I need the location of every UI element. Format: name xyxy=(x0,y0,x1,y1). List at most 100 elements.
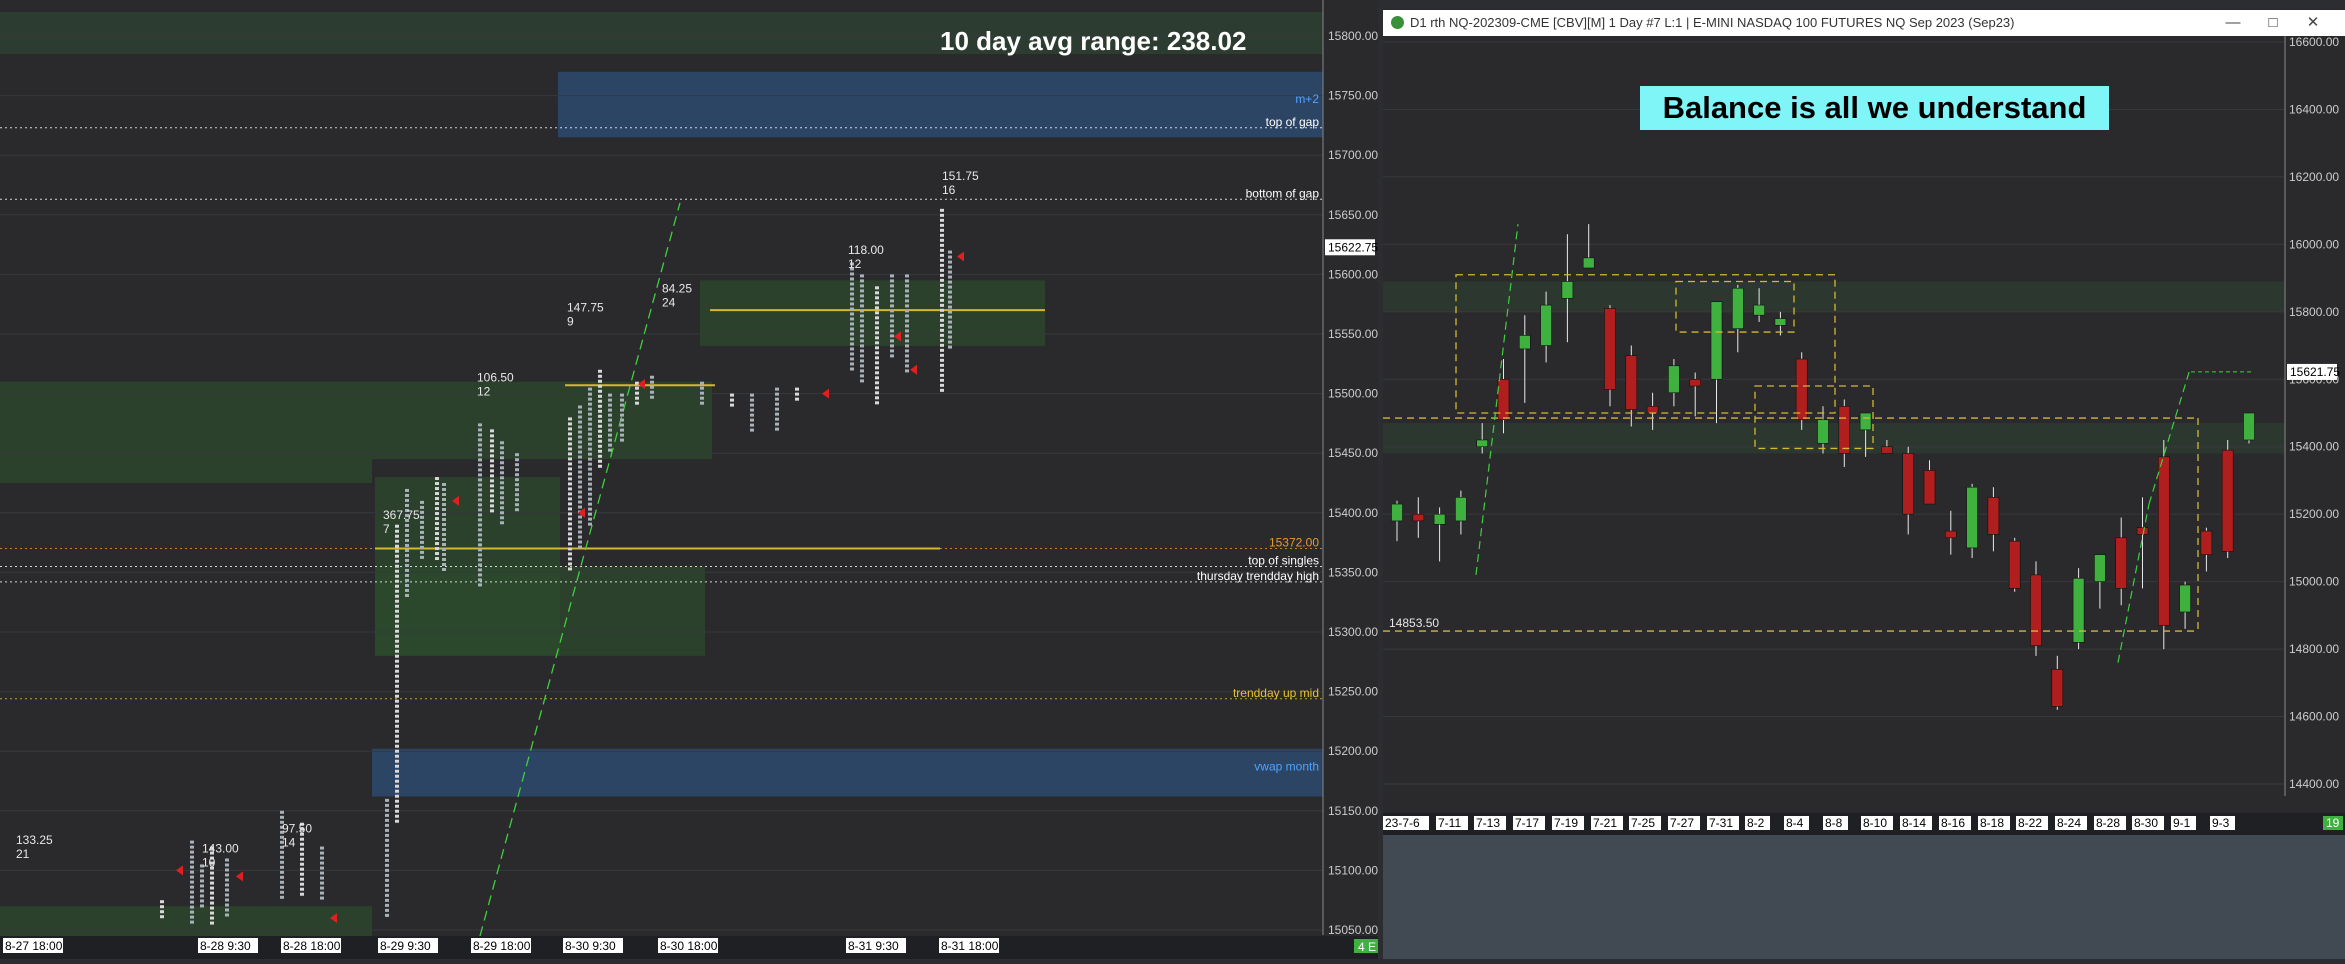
tpo-letter xyxy=(875,326,879,330)
minimize-button[interactable]: — xyxy=(2213,10,2253,36)
tpo-letter xyxy=(568,537,572,541)
tpo-letter xyxy=(420,505,424,509)
tpo-letter xyxy=(875,296,879,300)
tpo-letter xyxy=(948,320,952,324)
window-titlebar[interactable]: D1 rth NQ-202309-CME [CBV][M] 1 Day #7 L… xyxy=(1383,10,2345,36)
tpo-letter xyxy=(478,558,482,562)
tpo-letter xyxy=(948,330,952,334)
tpo-letter xyxy=(490,469,494,473)
price-tick-label: 15400.00 xyxy=(2289,440,2339,454)
price-tick-label: 15750.00 xyxy=(1328,89,1378,103)
tpo-letter xyxy=(578,430,582,434)
tpo-letter xyxy=(435,557,439,561)
desktop-area xyxy=(1383,835,2345,959)
tpo-letter xyxy=(395,744,399,748)
candle-body xyxy=(2008,540,2021,589)
tpo-letter xyxy=(775,427,779,431)
tpo-letter xyxy=(948,295,952,299)
tpo-letter xyxy=(395,644,399,648)
tpo-letter xyxy=(940,373,944,377)
tpo-letter xyxy=(578,525,582,529)
tpo-letter xyxy=(320,861,324,865)
tpo-letter xyxy=(515,483,519,487)
tpo-letter xyxy=(940,288,944,292)
date-tick-label: 8-28 xyxy=(2096,816,2120,830)
tpo-letter xyxy=(948,340,952,344)
tpo-letter xyxy=(905,289,909,293)
tpo-letter xyxy=(578,540,582,544)
value-area-zone xyxy=(0,381,372,483)
tpo-letter xyxy=(435,477,439,481)
tpo-letter xyxy=(948,310,952,314)
balance-annotation: Balance is all we understand xyxy=(1640,86,2109,130)
tpo-letter xyxy=(875,366,879,370)
price-tick-label: 15200.00 xyxy=(1328,744,1378,758)
tpo-letter xyxy=(608,448,612,452)
tpo-letter xyxy=(578,460,582,464)
tpo-letter xyxy=(280,880,284,884)
tpo-letter xyxy=(635,391,639,395)
tpo-letter xyxy=(478,543,482,547)
tpo-letter xyxy=(515,473,519,477)
tpo-letter xyxy=(420,510,424,514)
tpo-letter xyxy=(280,875,284,879)
tpo-letter xyxy=(890,314,894,318)
maximize-button[interactable]: □ xyxy=(2253,10,2293,36)
tpo-letter xyxy=(478,473,482,477)
tpo-letter xyxy=(515,463,519,467)
tpo-letter xyxy=(160,915,164,919)
candle-body xyxy=(2094,554,2106,582)
tpo-letter xyxy=(442,493,446,496)
tpo-letter xyxy=(588,427,592,431)
tpo-letter xyxy=(442,553,446,556)
tpo-letter xyxy=(598,389,602,393)
tpo-letter xyxy=(850,332,854,336)
tpo-letter xyxy=(395,784,399,788)
tpo-letter xyxy=(568,422,572,426)
candle-body xyxy=(1561,281,1574,299)
tpo-letter xyxy=(435,527,439,531)
tpo-chart[interactable]: m+2 top of gap bottom of gap 15372.00 top of… xyxy=(0,0,1378,959)
tpo-letter xyxy=(875,316,879,320)
tpo-letter xyxy=(405,538,409,542)
daily-chart-window[interactable]: D1 rth NQ-202309-CME [CBV][M] 1 Day #7 L… xyxy=(1383,10,2345,835)
tpo-letter xyxy=(588,467,592,471)
tpo-letter xyxy=(850,337,854,341)
tpo-letter xyxy=(190,840,194,844)
tpo-letter xyxy=(225,913,229,917)
tpo-letter xyxy=(478,448,482,452)
tpo-letter xyxy=(210,896,214,900)
tpo-letter xyxy=(420,520,424,524)
daily-candlestick-chart[interactable]: 14853.50 16600.00 16400.00 16200.00 16000.00… xyxy=(1383,36,2345,835)
tpo-letter xyxy=(385,868,389,872)
tpo-letter xyxy=(948,275,952,279)
tpo-letter xyxy=(598,424,602,428)
tpo-letter xyxy=(948,260,952,264)
close-button[interactable]: ✕ xyxy=(2293,10,2333,36)
tpo-letter xyxy=(588,392,592,396)
tpo-letter xyxy=(395,724,399,728)
tpo-letter xyxy=(395,789,399,793)
corner-badge: 4 E xyxy=(1358,940,1376,954)
tpo-letter xyxy=(385,913,389,917)
tpo-letter xyxy=(395,654,399,658)
tpo-letter xyxy=(568,432,572,436)
tpo-letter xyxy=(210,911,214,915)
tpo-letter xyxy=(890,289,894,293)
tpo-letter xyxy=(395,659,399,663)
tpo-letter xyxy=(385,843,389,847)
tpo-letter xyxy=(442,543,446,546)
tpo-letter xyxy=(490,479,494,483)
tpo-letter xyxy=(940,223,944,227)
tpo-letter xyxy=(578,490,582,494)
tpo-letter xyxy=(385,863,389,867)
tpo-letter xyxy=(948,255,952,259)
tpo-chart-panel[interactable]: m+2 top of gap bottom of gap 15372.00 top of… xyxy=(0,0,1378,959)
tpo-letter xyxy=(860,289,864,293)
tpo-letter xyxy=(490,474,494,478)
tpo-letter xyxy=(890,294,894,298)
tpo-letter xyxy=(850,307,854,311)
tpo-letter xyxy=(395,699,399,703)
vwap-zone xyxy=(372,748,1323,797)
tpo-letter xyxy=(948,290,952,294)
